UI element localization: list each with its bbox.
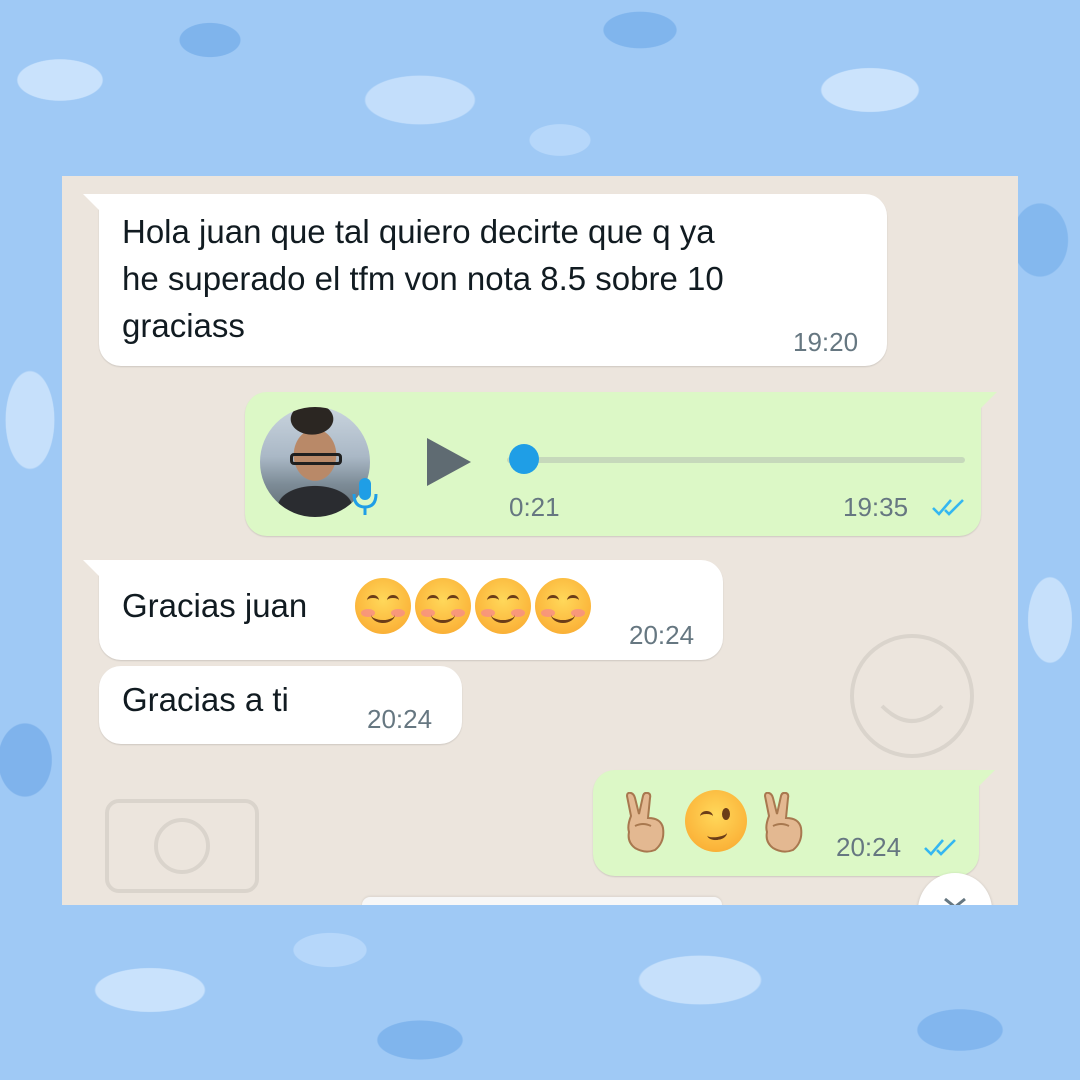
smiling-face-emoji [535, 578, 591, 634]
message-time: 20:24 [367, 704, 433, 734]
smiling-face-emoji [415, 578, 471, 634]
message-time: 19:20 [793, 327, 859, 357]
message-time: 20:24 [629, 620, 695, 650]
mic-icon [352, 478, 378, 515]
message-text: Hola juan que tal quiero decirte que q y… [122, 208, 882, 349]
smiling-face-emoji [475, 578, 531, 634]
scroll-down-button[interactable] [918, 873, 992, 905]
voice-progress-handle[interactable] [509, 444, 539, 474]
message-text: Gracias a ti [122, 681, 289, 718]
voice-duration: 0:21 [509, 492, 560, 522]
voice-progress-track[interactable] [507, 457, 965, 463]
message-bubble-outgoing[interactable]: 20:24 [593, 770, 995, 876]
message-text: Gracias juan [122, 582, 307, 629]
voice-note-bubble[interactable]: 0:21 19:35 [245, 392, 997, 536]
message-time: 19:35 [843, 492, 909, 522]
chevron-down-icon [944, 897, 966, 905]
message-bubble-incoming[interactable]: Hola juan que tal quiero decirte que q y… [83, 194, 887, 366]
chat-window: Hola juan que tal quiero decirte que q y… [62, 176, 1018, 905]
input-bar-edge [362, 897, 722, 905]
emoji-row [355, 578, 595, 638]
wallpaper-doodle [105, 799, 259, 893]
avatar-glasses [290, 453, 342, 465]
wallpaper-doodle [850, 634, 974, 758]
message-text-span: Gracias juan [122, 587, 308, 624]
double-check-icon [924, 839, 956, 856]
message-time: 20:24 [836, 832, 902, 862]
winking-face-emoji [685, 790, 747, 852]
message-text-line: graciass [122, 307, 245, 344]
message-text-line: he superado el tfm von nota 8.5 sobre 10 [122, 260, 724, 297]
message-text-line: Hola juan que tal quiero decirte que q y… [122, 213, 715, 250]
smiling-face-emoji [355, 578, 411, 634]
victory-hand-emoji [625, 792, 665, 853]
message-bubble-incoming[interactable]: Gracias a ti 20:24 [99, 666, 462, 744]
victory-hand-emoji [763, 792, 803, 853]
double-check-icon [932, 499, 964, 516]
play-icon[interactable] [425, 436, 473, 488]
message-bubble-incoming[interactable]: Gracias juan 20:24 [83, 560, 723, 660]
